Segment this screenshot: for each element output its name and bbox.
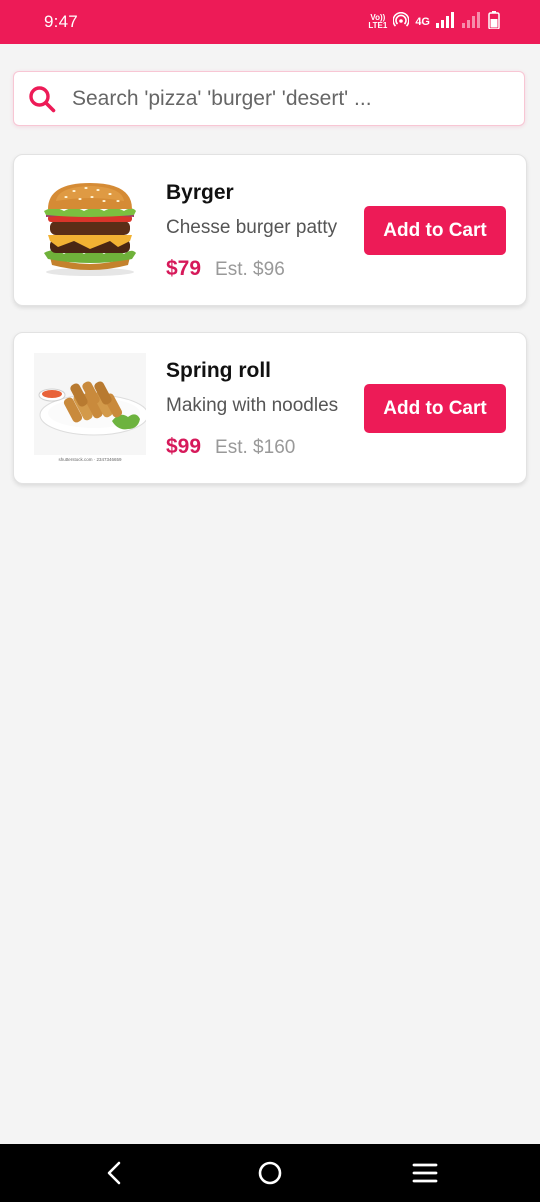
search-box[interactable]: [13, 71, 525, 126]
add-to-cart-button[interactable]: Add to Cart: [364, 384, 506, 433]
search-icon[interactable]: [28, 85, 56, 113]
network-type: 4G: [415, 16, 430, 28]
menu-icon[interactable]: [410, 1158, 440, 1188]
volte-indicator: Vo)) LTE1: [368, 14, 387, 30]
estimated-price: Est. $96: [215, 259, 285, 280]
product-price: $99: [166, 435, 202, 458]
status-bar: 9:47 Vo)) LTE1 4G: [0, 0, 540, 44]
image-caption: shutterstock.com · 2347346659: [58, 457, 122, 462]
search-input[interactable]: [72, 72, 512, 125]
battery-icon: [488, 10, 500, 34]
hotspot-icon: [392, 11, 410, 33]
burger-image: [34, 175, 146, 283]
product-price: $79: [166, 257, 202, 280]
price-row: $99 Est. $160: [166, 435, 295, 459]
add-to-cart-button[interactable]: Add to Cart: [364, 206, 506, 255]
home-icon[interactable]: [255, 1158, 285, 1188]
product-name: Byrger: [166, 181, 234, 204]
product-card: Byrger Chesse burger patty $79 Est. $96 …: [13, 154, 527, 306]
volte-bottom-label: LTE1: [368, 21, 388, 30]
price-row: $79 Est. $96: [166, 257, 285, 281]
navigation-bar: [0, 1144, 540, 1202]
product-description: Making with noodles: [166, 395, 339, 416]
back-icon[interactable]: [100, 1158, 130, 1188]
status-time: 9:47: [44, 12, 78, 31]
product-card: shutterstock.com · 2347346659 Spring rol…: [13, 332, 527, 484]
product-name: Spring roll: [166, 359, 271, 382]
spring-roll-image: shutterstock.com · 2347346659: [34, 353, 149, 462]
product-description: Chesse burger patty: [166, 217, 338, 238]
signal-strength-secondary-icon: [462, 11, 482, 33]
estimated-price: Est. $160: [215, 437, 296, 458]
status-icons: Vo)) LTE1 4G: [368, 10, 500, 34]
signal-strength-icon: [436, 11, 456, 33]
